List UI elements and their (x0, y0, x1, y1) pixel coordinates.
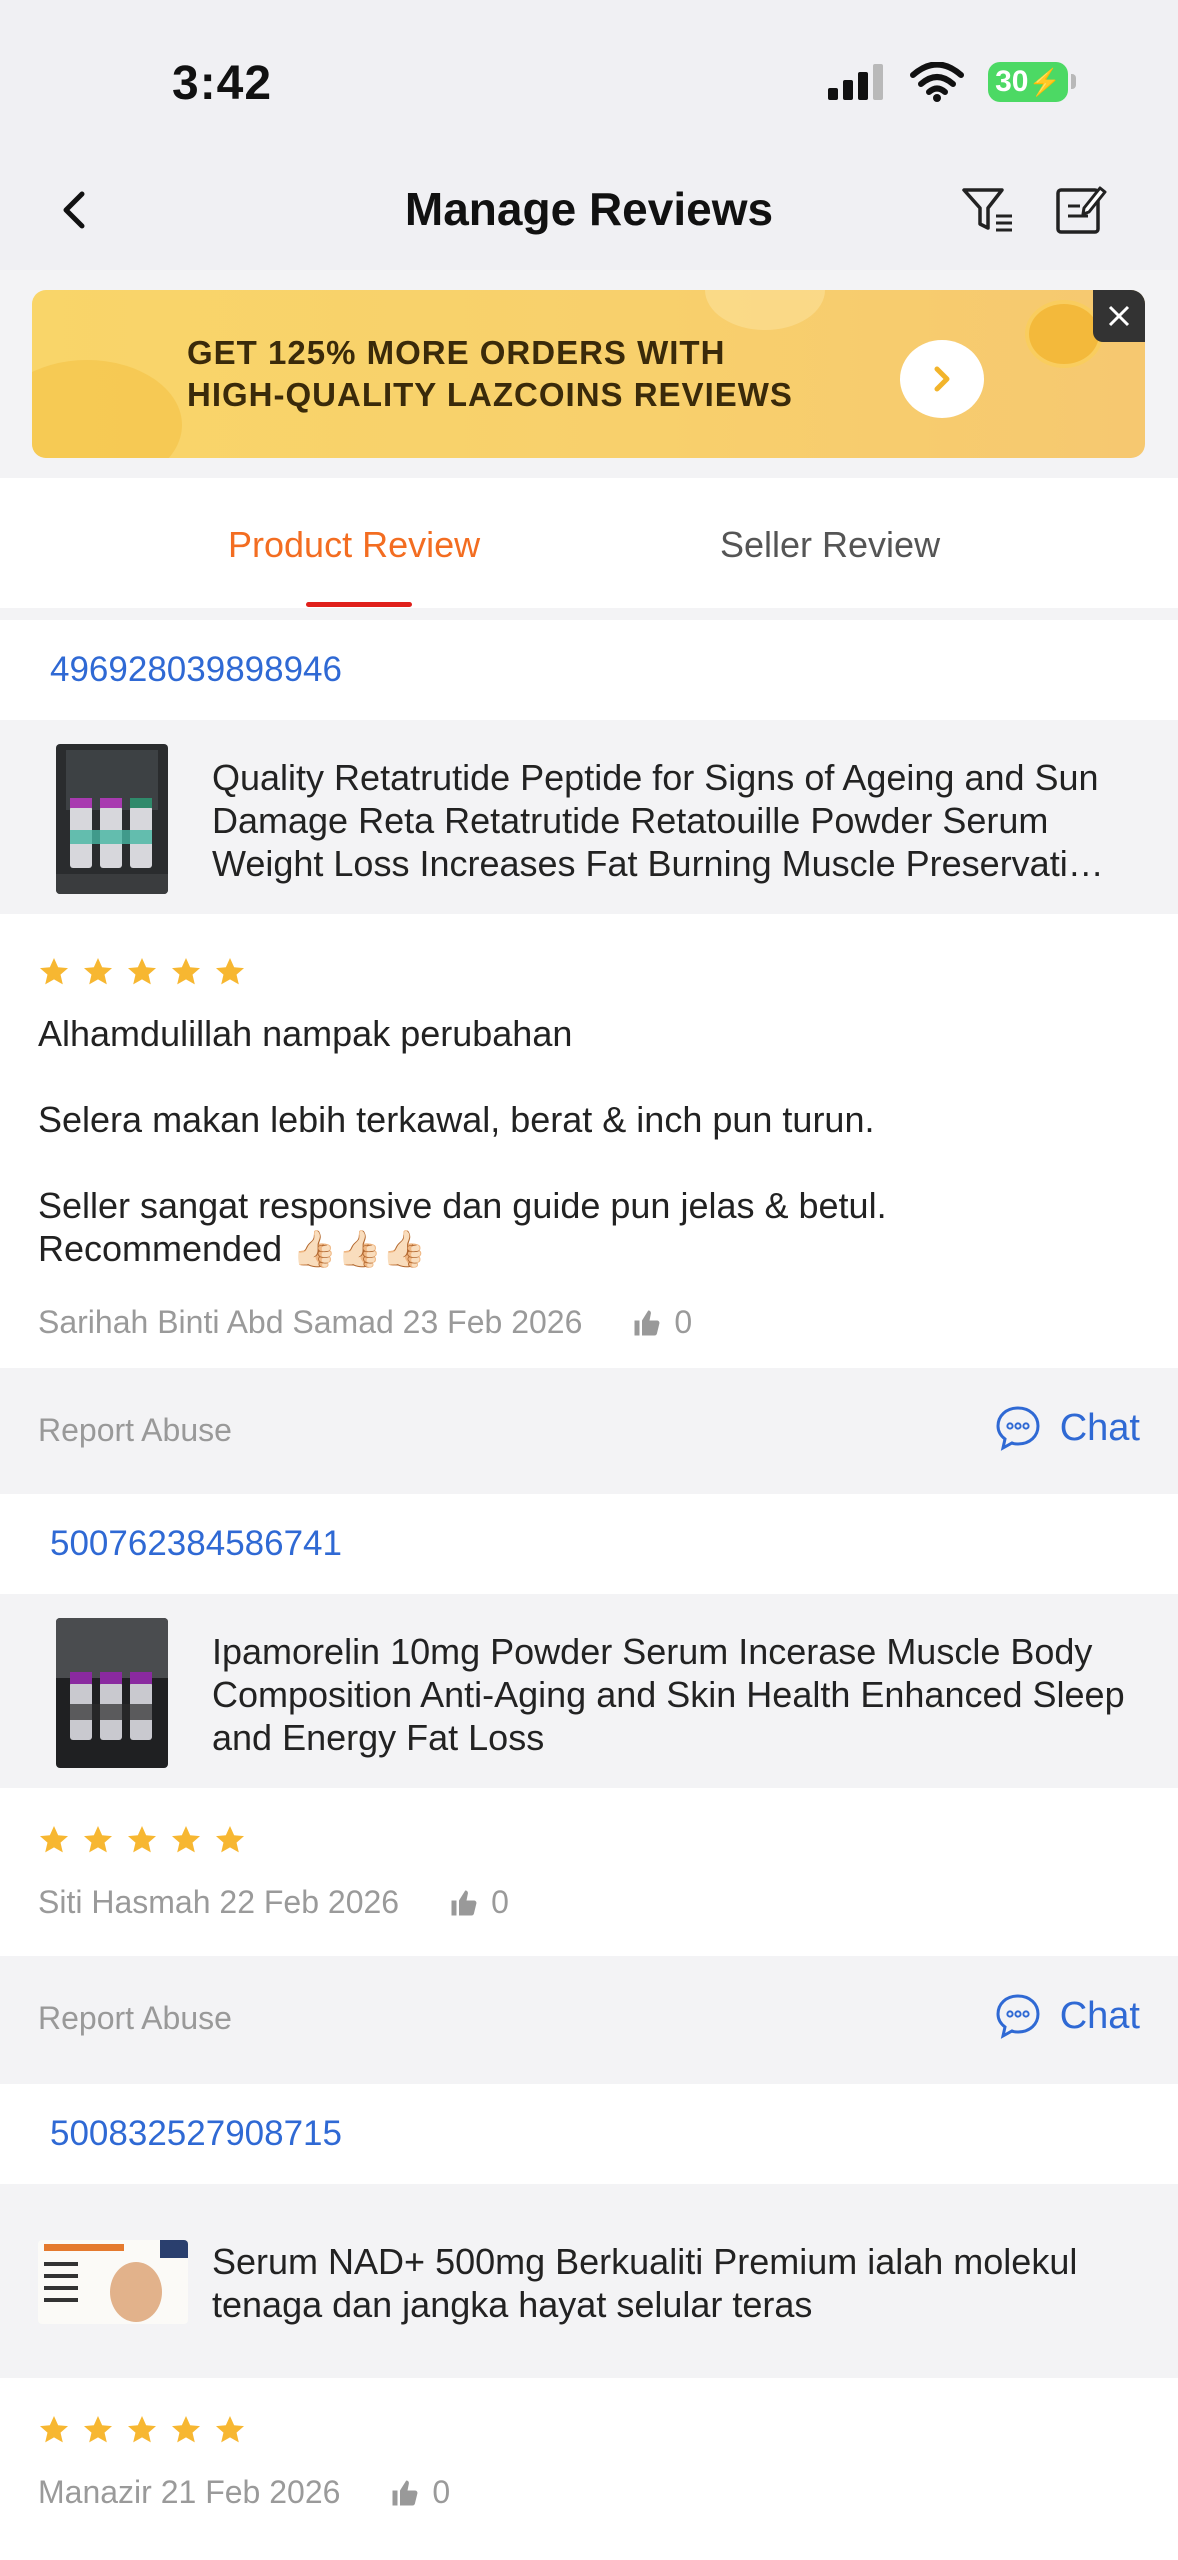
thumbs-up-icon (634, 1310, 660, 1335)
star-rating (38, 2414, 246, 2446)
star-icon (172, 2416, 200, 2443)
chat-label: Chat (1059, 1406, 1140, 1449)
product-title: Serum NAD+ 500mg Berkualiti Premium iala… (212, 2241, 1078, 2325)
order-id[interactable]: 500832527908715 (50, 2114, 342, 2154)
close-icon[interactable] (1093, 290, 1145, 342)
product-row[interactable]: Ipamorelin 10mg Powder Serum Incerase Mu… (0, 1596, 1178, 1788)
author-date: Manazir 21 Feb 2026 (38, 2474, 341, 2510)
chat-button[interactable]: Chat (994, 1992, 1140, 2040)
tab-seller-review[interactable]: Seller Review (720, 524, 940, 566)
status-bar: 3:42 30 ⚡ (0, 0, 1178, 150)
chevron-right-icon (934, 366, 950, 392)
like-button[interactable]: 0 (632, 1304, 692, 1341)
product-title: Quality Retatrutide Peptide for Signs of… (212, 757, 1104, 884)
review-meta: Sarihah Binti Abd Samad 23 Feb 2026 0 (38, 1304, 692, 1341)
star-icon (84, 2416, 112, 2443)
star-icon (216, 2416, 244, 2443)
review-text-line: Alhamdulillah nampak perubahan (38, 1013, 573, 1054)
star-icon (172, 1826, 200, 1853)
author-date: Sarihah Binti Abd Samad 23 Feb 2026 (38, 1304, 583, 1340)
review-footer: Report Abuse Chat (0, 1956, 1178, 2082)
product-row[interactable]: Serum NAD+ 500mg Berkualiti Premium iala… (0, 2186, 1178, 2378)
product-thumbnail (56, 744, 168, 894)
star-icon (40, 958, 68, 985)
chat-icon (996, 1994, 1040, 2039)
order-id[interactable]: 500762384586741 (50, 1524, 342, 1564)
star-icon (216, 1826, 244, 1853)
edit-icon[interactable] (1050, 180, 1110, 240)
star-icon (128, 2416, 156, 2443)
chat-label: Chat (1059, 1994, 1140, 2037)
status-time: 3:42 (172, 57, 273, 110)
chat-button[interactable]: Chat (994, 1404, 1140, 1452)
star-icon (84, 958, 112, 985)
like-button[interactable]: 0 (390, 2474, 450, 2511)
review-meta: Siti Hasmah 22 Feb 2026 0 (38, 1884, 509, 1921)
tab-product-review[interactable]: Product Review (228, 524, 480, 566)
like-count: 0 (432, 2474, 451, 2510)
promo-arrow-button[interactable] (900, 340, 984, 418)
battery-level: 30 (995, 65, 1029, 98)
product-thumbnail (38, 2240, 188, 2324)
report-abuse-link[interactable]: Report Abuse (38, 2000, 232, 2037)
thumbs-up-icon (392, 2480, 418, 2505)
nav-bar: Manage Reviews (0, 150, 1178, 270)
star-icon (40, 1826, 68, 1853)
thumbs-up-icon (451, 1890, 477, 1915)
active-tab-indicator (306, 602, 412, 607)
promo-line-2: HIGH-QUALITY LAZCOINS REVIEWS (187, 376, 793, 413)
filter-icon[interactable] (958, 180, 1018, 240)
order-row: 496928039898946 (0, 620, 1178, 720)
status-icons: 30 ⚡ (828, 62, 1076, 102)
chat-icon (996, 1406, 1040, 1451)
report-abuse-link[interactable]: Report Abuse (38, 1412, 232, 1449)
star-rating (38, 956, 246, 988)
order-id[interactable]: 496928039898946 (50, 650, 342, 690)
order-row: 500832527908715 (0, 2084, 1178, 2184)
battery-icon: 30 ⚡ (988, 62, 1076, 102)
star-icon (128, 1826, 156, 1853)
star-icon (172, 958, 200, 985)
star-icon (84, 1826, 112, 1853)
product-title: Ipamorelin 10mg Powder Serum Incerase Mu… (212, 1631, 1125, 1758)
signal-icon (828, 64, 883, 100)
star-icon (216, 958, 244, 985)
star-rating (38, 1824, 246, 1856)
promo-line-1: GET 125% MORE ORDERS WITH (187, 334, 726, 371)
author-date: Siti Hasmah 22 Feb 2026 (38, 1884, 400, 1920)
review-footer: Report Abuse Chat (0, 1368, 1178, 1494)
review-body: Manazir 21 Feb 2026 0 (0, 2378, 1178, 2560)
order-row: 500762384586741 (0, 1494, 1178, 1594)
like-count: 0 (491, 1884, 509, 1920)
review-text-line: Recommended 👍🏻👍🏻👍🏻 (38, 1228, 427, 1269)
star-icon (40, 2416, 68, 2443)
review-tabs: Product Review Seller Review (0, 478, 1178, 608)
product-row[interactable]: Quality Retatrutide Peptide for Signs of… (0, 722, 1178, 914)
wifi-icon (910, 62, 964, 102)
product-thumbnail (56, 1618, 168, 1768)
like-button[interactable]: 0 (449, 1884, 509, 1921)
promo-banner[interactable]: GET 125% MORE ORDERS WITH HIGH-QUALITY L… (32, 290, 1145, 458)
review-body: Siti Hasmah 22 Feb 2026 0 (0, 1788, 1178, 1956)
coin-icon (1025, 300, 1103, 368)
promo-text: GET 125% MORE ORDERS WITH HIGH-QUALITY L… (187, 332, 793, 416)
like-count: 0 (674, 1304, 693, 1340)
review-text-line: Seller sangat responsive dan guide pun j… (38, 1185, 887, 1226)
star-icon (128, 958, 156, 985)
review-text-line: Selera makan lebih terkawal, berat & inc… (38, 1099, 875, 1140)
review-meta: Manazir 21 Feb 2026 0 (38, 2474, 450, 2511)
review-body: Alhamdulillah nampak perubahan Selera ma… (0, 914, 1178, 1368)
